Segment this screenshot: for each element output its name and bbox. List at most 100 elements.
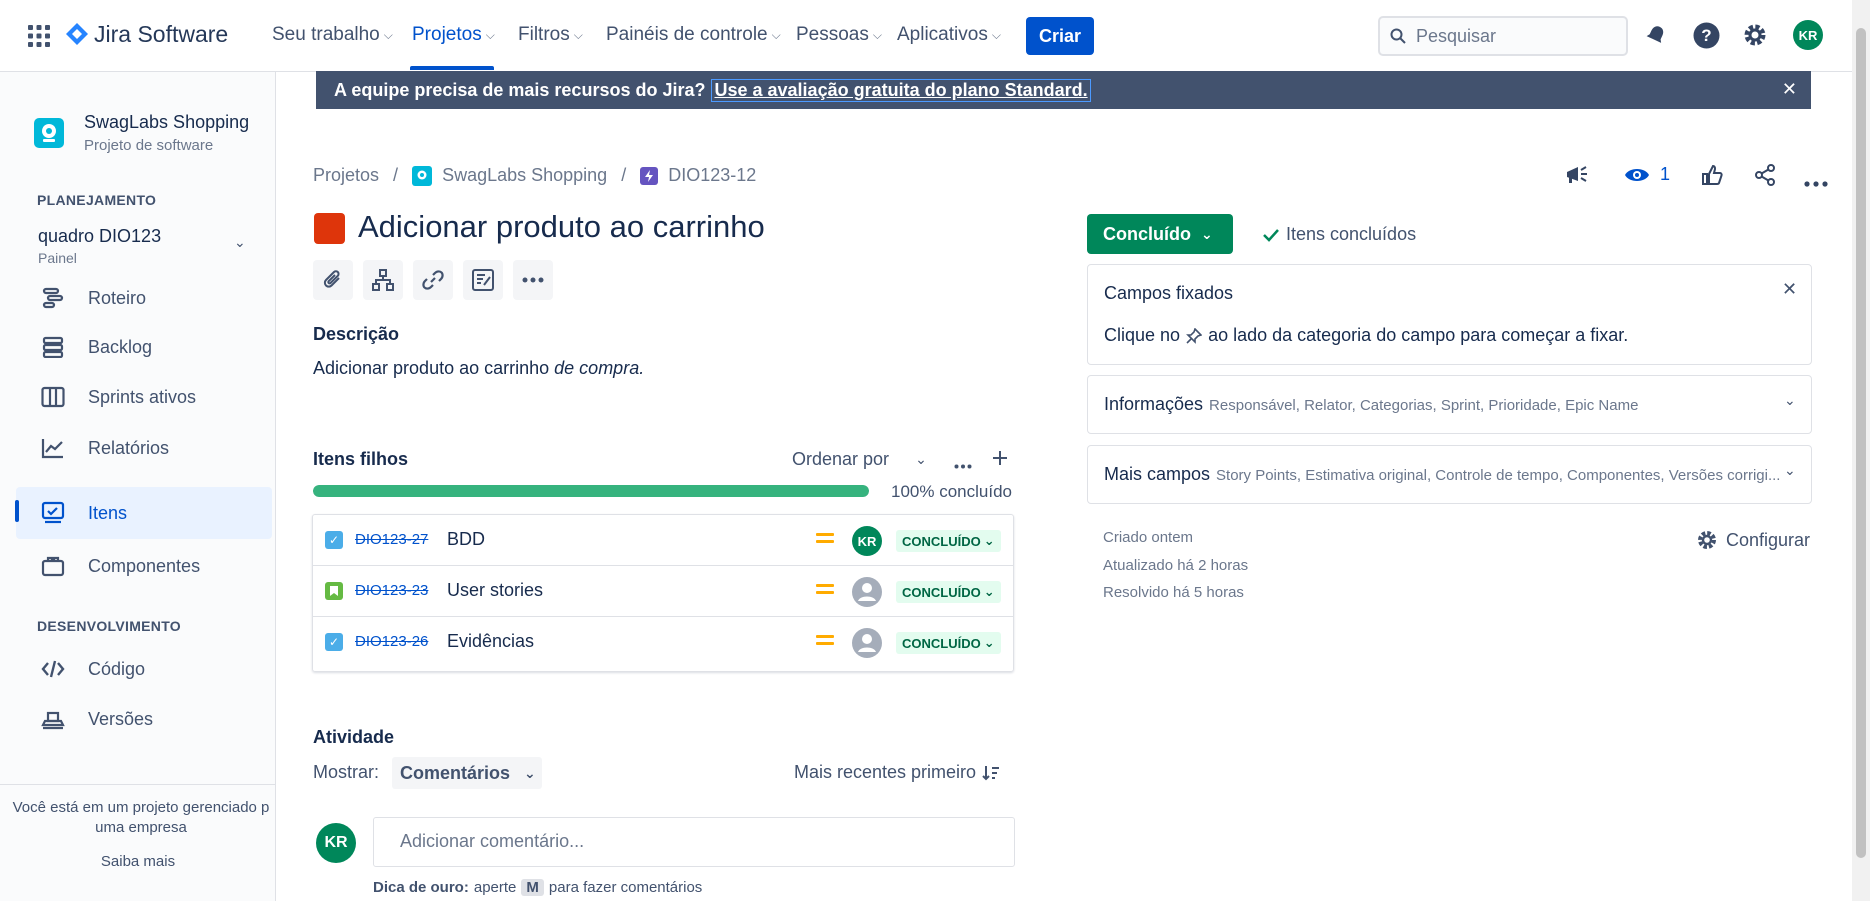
top-navigation: Jira Software Seu trabalho ⌵ Projetos ⌵ Fi… — [0, 0, 1852, 72]
status-transition-button[interactable]: Concluído ⌄ — [1087, 214, 1233, 254]
sidebar-project-type: Projeto de software — [84, 137, 214, 154]
sidebar-item-components[interactable]: Componentes — [16, 540, 272, 592]
board-name: quadro DIO123 — [38, 226, 162, 246]
sidebar-item-issues[interactable]: Itens — [16, 487, 272, 539]
activity-filter-select[interactable]: Comentários ⌄ — [392, 757, 542, 789]
user-avatar[interactable]: KR — [1793, 20, 1823, 50]
learn-more-link[interactable]: Saiba mais — [0, 853, 276, 870]
jira-logo-icon — [66, 22, 88, 45]
nav-apps[interactable]: Aplicativos ⌵ — [897, 24, 1001, 46]
jira-logo[interactable]: Jira Software — [66, 21, 228, 48]
attach-button[interactable] — [313, 260, 353, 300]
sidebar-item-reports[interactable]: Relatórios — [16, 422, 272, 474]
status-badge[interactable]: CONCLUÍDO ⌄ — [896, 530, 1001, 552]
child-issue-summary[interactable]: BDD — [447, 529, 485, 550]
status-label: CONCLUÍDO — [902, 635, 981, 651]
chevron-down-icon: ⌄ — [1784, 392, 1796, 408]
reports-icon — [40, 435, 66, 461]
add-child-issue-button[interactable] — [363, 260, 403, 300]
sidebar-item-backlog[interactable]: Backlog — [16, 321, 272, 373]
child-issue-key[interactable]: DIO123-26 — [355, 633, 428, 650]
sort-dropdown[interactable]: Ordenar por ⌄ — [792, 449, 927, 470]
nav-filters[interactable]: Filtros ⌵ — [518, 24, 583, 46]
close-icon[interactable]: ✕ — [1782, 279, 1797, 300]
more-icon — [522, 277, 544, 283]
status-label: CONCLUÍDO — [902, 533, 981, 549]
like-icon[interactable] — [1700, 163, 1724, 192]
sidebar-project-name[interactable]: SwagLabs Shopping — [84, 112, 249, 133]
more-fields-title: Mais campos Story Points, Estimativa orig… — [1104, 464, 1780, 485]
gear-icon — [1698, 531, 1716, 549]
child-issue-summary[interactable]: Evidências — [447, 631, 534, 652]
notifications-icon[interactable] — [1641, 20, 1671, 50]
details-heading: Informações — [1104, 394, 1204, 414]
settings-icon[interactable] — [1740, 20, 1770, 50]
nav-label: Pessoas — [796, 24, 869, 45]
more-fields-panel[interactable]: Mais campos Story Points, Estimativa orig… — [1087, 445, 1812, 504]
description-text[interactable]: Adicionar produto ao carrinho de compra. — [313, 358, 644, 379]
watch-button[interactable]: 1 — [1624, 164, 1670, 185]
sidebar-footer-divider — [0, 784, 276, 785]
breadcrumb-issue-key[interactable]: DIO123-12 — [668, 165, 756, 186]
breadcrumb-project[interactable]: SwagLabs Shopping — [442, 165, 607, 186]
nav-people[interactable]: Pessoas ⌵ — [796, 24, 882, 46]
roadmap-icon — [40, 285, 66, 311]
more-tools-button[interactable] — [513, 260, 553, 300]
chevron-down-icon: ⌄ — [524, 764, 536, 781]
status-badge[interactable]: CONCLUÍDO ⌄ — [896, 632, 1001, 654]
sort-order-toggle[interactable]: Mais recentes primeiro — [794, 762, 1000, 783]
eye-icon — [1625, 168, 1649, 181]
banner-trial-link[interactable]: Use a avaliação gratuita do plano Standa… — [711, 78, 1091, 102]
details-panel[interactable]: Informações Responsável, Relator, Categor… — [1087, 375, 1812, 434]
feedback-icon[interactable] — [1564, 162, 1590, 193]
sidebar-item-label: Código — [88, 658, 146, 679]
breadcrumb-separator: / — [393, 165, 399, 185]
nav-label: Painéis de controle — [606, 24, 768, 45]
link-issue-button[interactable] — [413, 260, 453, 300]
chevron-down-icon: ⌵ — [991, 27, 1001, 42]
watchers-count: 1 — [1660, 164, 1671, 184]
table-row[interactable]: ✓ DIO123-27 BDD KR CONCLUÍDO ⌄ — [313, 515, 1013, 566]
sidebar-footer-text: Você está em um projeto gerenciado p uma… — [12, 799, 270, 836]
table-row[interactable]: ✓ DIO123-26 Evidências CONCLUÍDO ⌄ — [313, 617, 1013, 668]
child-issue-key[interactable]: DIO123-23 — [355, 582, 428, 599]
add-child-icon[interactable] — [992, 450, 1008, 471]
unassigned-avatar-icon[interactable] — [852, 628, 882, 658]
sidebar-item-roadmap[interactable]: Roteiro — [16, 272, 272, 324]
nav-projects[interactable]: Projetos ⌵ — [412, 24, 495, 46]
child-more-icon[interactable] — [954, 456, 972, 474]
sidebar-item-label: Itens — [88, 502, 128, 523]
share-icon[interactable] — [1753, 163, 1777, 192]
more-actions-icon[interactable] — [1804, 174, 1828, 192]
sidebar-item-active-sprints[interactable]: Sprints ativos — [16, 371, 272, 423]
app-switcher-icon[interactable] — [28, 25, 50, 47]
configure-button[interactable]: Configurar — [1696, 529, 1810, 551]
child-progress-bar — [313, 485, 869, 497]
breadcrumb-projects[interactable]: Projetos — [313, 165, 379, 186]
table-row[interactable]: DIO123-23 User stories CONCLUÍDO ⌄ — [313, 566, 1013, 617]
tip-text-a: aperte — [473, 879, 517, 896]
sidebar-item-releases[interactable]: Versões — [16, 693, 272, 745]
nav-your-work[interactable]: Seu trabalho ⌵ — [272, 24, 393, 46]
help-icon[interactable]: ? — [1691, 20, 1721, 50]
task-type-icon: ✓ — [325, 633, 343, 651]
close-icon[interactable]: ✕ — [1782, 79, 1797, 100]
unassigned-avatar-icon[interactable] — [852, 577, 882, 607]
child-issue-key[interactable]: DIO123-27 — [355, 531, 428, 548]
description-heading: Descrição — [313, 324, 400, 344]
pinned-hint-b: ao lado da categoria do campo para começ… — [1208, 325, 1629, 345]
create-button[interactable]: Criar — [1026, 17, 1094, 55]
sidebar-item-code[interactable]: Código — [16, 643, 272, 695]
scrollbar-thumb[interactable] — [1856, 28, 1866, 858]
sidebar-section-development: DESENVOLVIMENTO — [37, 618, 182, 634]
comment-input[interactable]: Adicionar comentário... — [373, 817, 1015, 867]
tip-bold: Dica de ouro: — [373, 879, 469, 896]
search-input[interactable]: Pesquisar — [1378, 16, 1628, 56]
page-button[interactable] — [463, 260, 503, 300]
nav-dashboards[interactable]: Painéis de controle ⌵ — [606, 24, 781, 46]
issue-title[interactable]: Adicionar produto ao carrinho — [358, 209, 765, 245]
child-issue-summary[interactable]: User stories — [447, 580, 543, 601]
assignee-avatar[interactable]: KR — [852, 526, 882, 556]
status-badge[interactable]: CONCLUÍDO ⌄ — [896, 581, 1001, 603]
board-selector[interactable]: quadro DIO123 Painel ⌄ — [16, 216, 272, 270]
